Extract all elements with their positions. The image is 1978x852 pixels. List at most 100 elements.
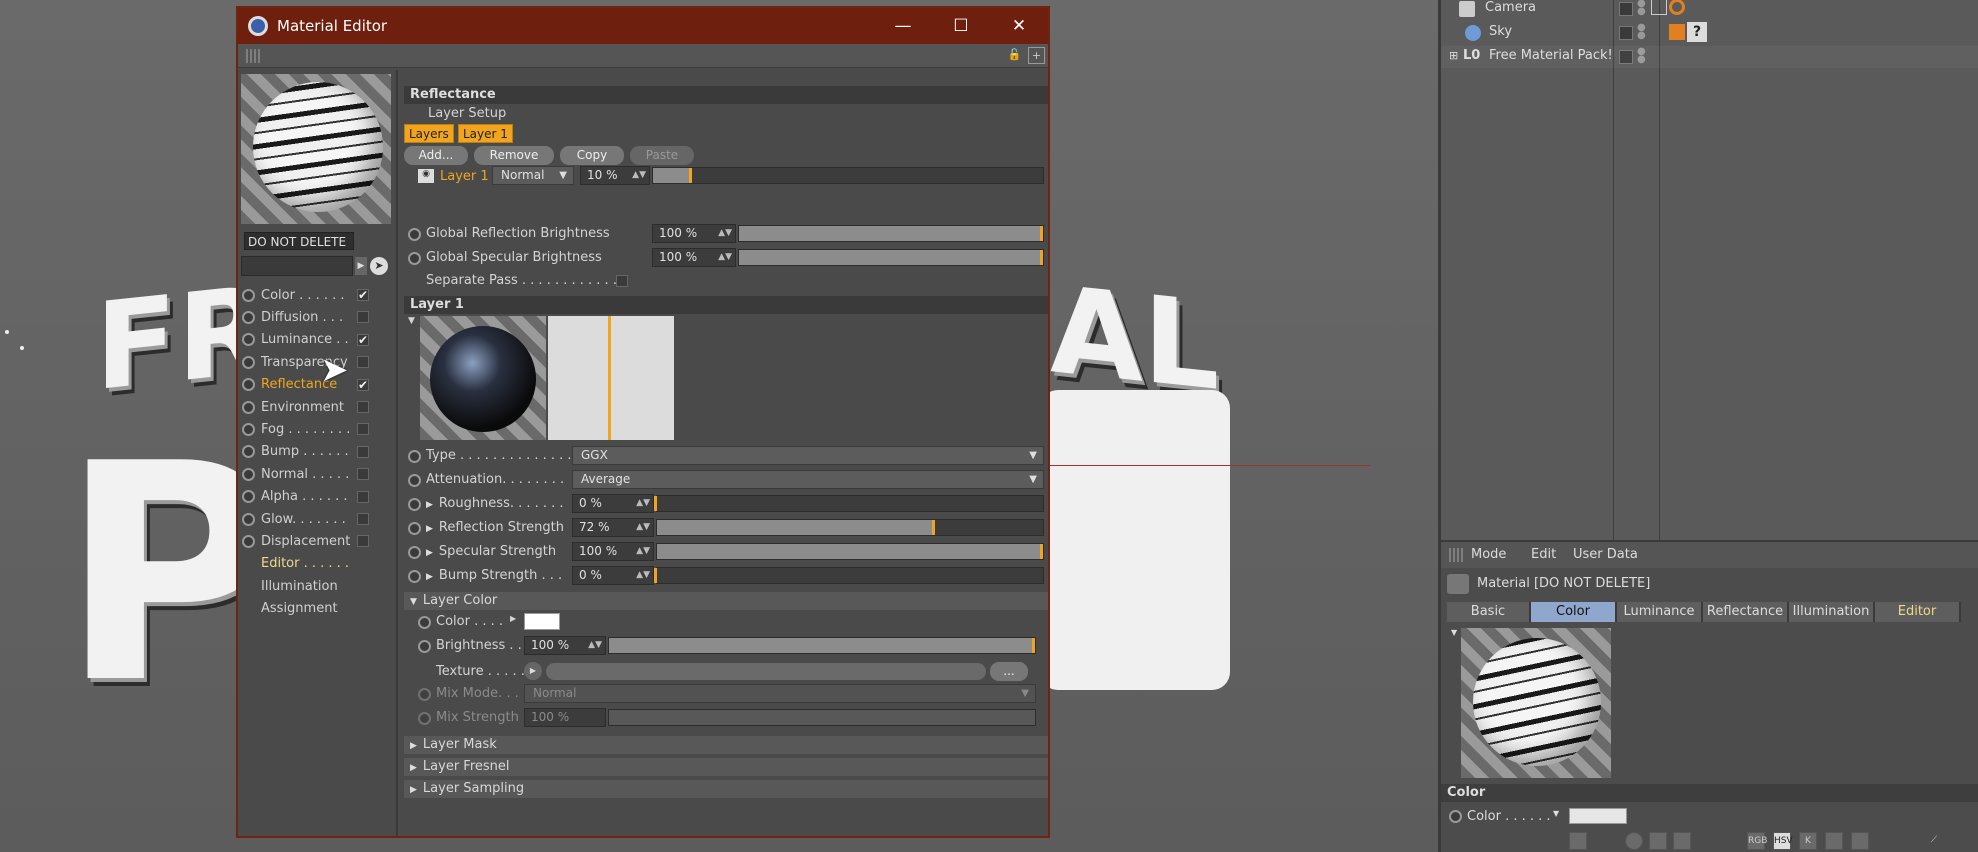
layer-mask-header[interactable]: ▶ Layer Mask [404, 736, 1048, 754]
object-row-camera[interactable]: Camera ● ● [1441, 0, 1978, 21]
spinner-icon[interactable]: ▲▼ [718, 225, 732, 242]
channel-checkbox[interactable] [357, 356, 369, 369]
layer-color-swatch[interactable] [524, 613, 560, 630]
texture-more-button[interactable]: ... [990, 662, 1028, 681]
animate-radio[interactable] [408, 228, 421, 241]
animate-radio[interactable] [1449, 810, 1462, 823]
attenuation-dropdown[interactable]: Average ▼ [572, 470, 1044, 489]
window-titlebar[interactable]: Material Editor — ☐ ✕ [238, 8, 1048, 44]
texture-tag-icon[interactable] [1669, 24, 1685, 40]
animate-radio[interactable] [242, 445, 255, 459]
animate-radio[interactable] [242, 378, 255, 392]
animate-radio[interactable] [242, 355, 255, 369]
global-reflection-slider[interactable] [738, 225, 1044, 242]
layer-opacity-slider[interactable] [652, 167, 1044, 184]
expand-arrow-icon[interactable]: ▶ [510, 614, 516, 623]
missing-material-icon[interactable]: ? [1687, 22, 1707, 42]
channel-reflectance[interactable]: Reflectance ✔ [242, 374, 392, 396]
spinner-icon[interactable]: ▲▼ [718, 249, 732, 266]
animate-radio[interactable] [408, 252, 421, 265]
specular-strength-slider[interactable] [656, 543, 1044, 560]
roughness-field[interactable]: 0 % ▲▼ [572, 494, 654, 513]
gradient-icon[interactable] [1649, 832, 1667, 850]
tab-illumination[interactable]: Illumination [1789, 602, 1875, 622]
bump-strength-slider[interactable] [654, 567, 1044, 584]
grip-icon[interactable] [246, 49, 260, 63]
animate-radio[interactable] [242, 490, 255, 504]
animate-radio[interactable] [242, 467, 255, 481]
color-wheel-icon[interactable] [1625, 832, 1643, 850]
tag-icon[interactable] [1651, 0, 1667, 15]
reflection-strength-field[interactable]: 72 % ▲▼ [572, 518, 654, 537]
channel-checkbox[interactable]: ✔ [357, 289, 369, 301]
channel-environment[interactable]: Environment [242, 396, 392, 418]
layer-fresnel-header[interactable]: ▶ Layer Fresnel [404, 758, 1048, 776]
texture-load-button[interactable]: ▶ [524, 662, 542, 680]
remove-layer-button[interactable]: Remove [474, 146, 554, 165]
swatches-icon[interactable] [1851, 832, 1869, 850]
reflection-curve-preview[interactable] [548, 316, 674, 440]
material-preview[interactable] [241, 74, 391, 224]
attribute-color-swatch[interactable] [1569, 808, 1627, 824]
cursor-pick-icon[interactable]: ➤ [370, 257, 388, 275]
channel-checkbox[interactable] [357, 400, 369, 413]
global-specular-field[interactable]: 100 % ▲▼ [652, 248, 736, 267]
tab-color[interactable]: Color [1531, 602, 1617, 622]
layer-color-header[interactable]: ▼ Layer Color [404, 592, 1048, 610]
tab-basic[interactable]: Basic [1447, 602, 1531, 622]
spinner-icon[interactable]: ▲▼ [636, 567, 650, 584]
maximize-button[interactable]: ☐ [932, 8, 990, 44]
paste-layer-button[interactable]: Paste [630, 146, 694, 165]
channel-checkbox[interactable] [357, 490, 369, 503]
global-reflection-field[interactable]: 100 % ▲▼ [652, 224, 736, 243]
nav-assignment[interactable]: Assignment [242, 597, 392, 619]
grip-icon[interactable] [1449, 548, 1463, 562]
layer-preview-sphere-tile[interactable] [420, 316, 546, 440]
material-name-field[interactable]: DO NOT DELETE [244, 232, 354, 250]
channel-checkbox[interactable] [357, 445, 369, 458]
animate-radio[interactable] [242, 311, 255, 325]
channel-glow[interactable]: Glow. . . . . . . [242, 508, 392, 530]
eye-icon[interactable]: ◉ [418, 169, 434, 183]
channel-bump[interactable]: Bump . . . . . . [242, 441, 392, 463]
layer-sampling-header[interactable]: ▶ Layer Sampling [404, 780, 1048, 798]
image-picker-icon[interactable] [1673, 832, 1691, 850]
menu-mode[interactable]: Mode [1471, 547, 1506, 562]
channel-fog[interactable]: Fog . . . . . . . . [242, 418, 392, 440]
layer-blend-dropdown[interactable]: Normal ▼ [492, 166, 574, 185]
close-button[interactable]: ✕ [990, 8, 1048, 44]
nav-illumination[interactable]: Illumination [242, 575, 392, 597]
nav-editor[interactable]: Editor . . . . . . [242, 553, 392, 575]
spinner-icon[interactable]: ▲▼ [588, 637, 602, 654]
animate-radio[interactable] [408, 498, 421, 511]
minimize-button[interactable]: — [874, 8, 932, 44]
roughness-slider[interactable] [654, 495, 1044, 512]
channel-normal[interactable]: Normal . . . . . [242, 463, 392, 485]
channel-checkbox[interactable] [357, 468, 369, 481]
specular-strength-field[interactable]: 100 % ▲▼ [572, 542, 654, 561]
channel-luminance[interactable]: Luminance . . ✔ [242, 329, 392, 351]
animate-radio[interactable] [242, 288, 255, 302]
spinner-icon[interactable]: ▲▼ [636, 543, 650, 560]
collapse-arrow-icon[interactable]: ▼ [1451, 628, 1457, 637]
render-dots-icon[interactable]: ● ● [1637, 0, 1646, 17]
play-arrow-icon[interactable]: ▶ [355, 257, 367, 275]
channel-checkbox[interactable]: ✔ [357, 333, 369, 346]
spinner-icon[interactable]: ▲▼ [632, 167, 646, 184]
visibility-toggle[interactable] [1619, 26, 1633, 40]
animate-radio[interactable] [242, 512, 255, 526]
channel-checkbox[interactable] [357, 512, 369, 525]
layer-opacity-field[interactable]: 10 % ▲▼ [580, 166, 650, 185]
attribute-material-preview[interactable] [1461, 628, 1611, 778]
bump-strength-field[interactable]: 0 % ▲▼ [572, 566, 654, 585]
unlock-icon[interactable]: 🔓 [1006, 47, 1023, 64]
channel-displacement[interactable]: Displacement [242, 530, 392, 552]
animate-radio[interactable] [408, 450, 421, 463]
reflection-strength-slider[interactable] [656, 519, 1044, 536]
animate-radio[interactable] [242, 333, 255, 347]
layer-row-name[interactable]: Layer 1 [440, 169, 489, 184]
copy-layer-button[interactable]: Copy [560, 146, 624, 165]
tab-editor[interactable]: Editor [1875, 602, 1961, 622]
channel-color[interactable]: Color . . . . . . ✔ [242, 284, 392, 306]
global-specular-slider[interactable] [738, 249, 1044, 266]
